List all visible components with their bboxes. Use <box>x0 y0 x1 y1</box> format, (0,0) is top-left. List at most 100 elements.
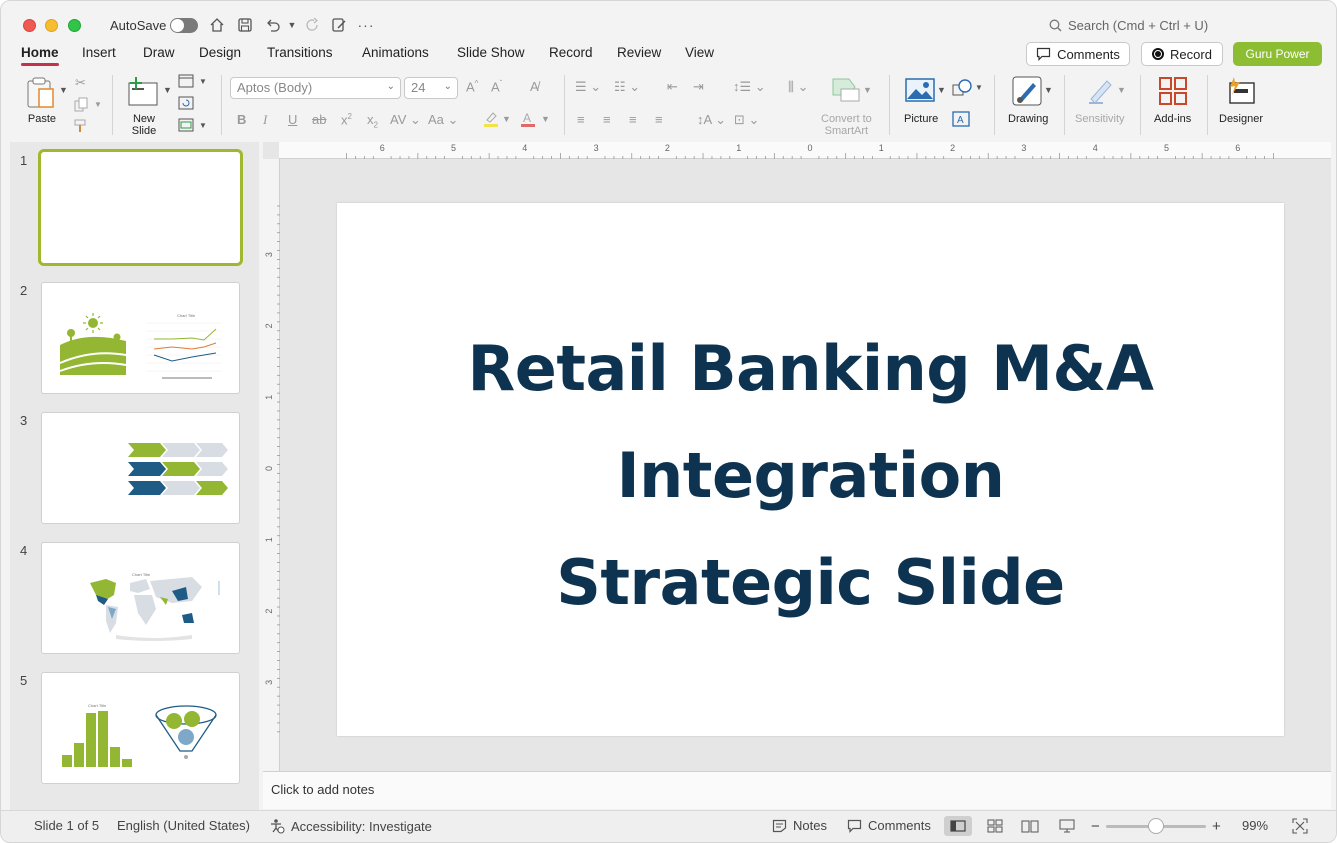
text-direction-icon[interactable]: ↕A ⌄ <box>697 112 726 128</box>
tab-draw[interactable]: Draw <box>143 45 175 60</box>
slide-thumbnail-4[interactable]: Chart Title <box>41 542 240 654</box>
picture-button[interactable]: Picture <box>904 75 938 125</box>
numbering-icon[interactable]: ☷ ⌄ <box>614 79 640 95</box>
undo-dropdown-icon[interactable]: ▼ <box>282 15 302 35</box>
strikethrough-icon[interactable]: ab <box>312 112 326 127</box>
addins-button[interactable]: Add-ins <box>1154 75 1191 125</box>
tab-record[interactable]: Record <box>549 45 593 60</box>
line-spacing-icon[interactable]: ↕☰ ⌄ <box>733 79 766 95</box>
bullets-icon[interactable]: ☰ ⌄ <box>575 79 601 95</box>
copy-icon[interactable] <box>73 97 89 116</box>
superscript-icon[interactable]: x2 <box>341 112 352 127</box>
font-name-select[interactable]: Aptos (Body) ⌄ <box>230 77 401 99</box>
slide-thumbnail-5[interactable]: Chart Title <box>41 672 240 784</box>
align-center-icon[interactable]: ≡ <box>603 112 611 127</box>
customize-icon[interactable] <box>329 15 349 35</box>
record-button[interactable]: Record <box>1141 42 1223 66</box>
zoom-in-icon[interactable]: + <box>1212 818 1221 835</box>
tab-insert[interactable]: Insert <box>82 45 116 60</box>
zoom-out-icon[interactable]: − <box>1091 818 1100 835</box>
bold-icon[interactable]: B <box>237 112 246 127</box>
justify-icon[interactable]: ≡ <box>655 112 663 127</box>
cut-icon[interactable]: ✂ <box>75 75 86 91</box>
tab-home[interactable]: Home <box>21 45 59 66</box>
zoom-level[interactable]: 99% <box>1242 818 1268 833</box>
paste-dropdown-icon[interactable]: ▼ <box>59 85 68 95</box>
highlight-dropdown-icon[interactable]: ▼ <box>502 114 511 124</box>
highlight-icon[interactable] <box>482 110 500 131</box>
new-slide-button[interactable]: New Slide <box>127 75 161 137</box>
format-painter-icon[interactable] <box>73 118 89 137</box>
tab-slide-show[interactable]: Slide Show <box>457 45 525 60</box>
slide-sorter-button[interactable] <box>981 816 1009 836</box>
drawing-dropdown-icon[interactable]: ▼ <box>1044 85 1053 95</box>
save-icon[interactable] <box>235 15 255 35</box>
slide-title[interactable]: Retail Banking M&A Integration Strategic… <box>337 315 1284 636</box>
vertical-ruler[interactable]: 3 2 1 0 1 2 3 <box>263 159 280 771</box>
character-spacing-icon[interactable]: AV ⌄ <box>390 112 421 128</box>
designer-button[interactable]: Designer <box>1219 75 1263 125</box>
guru-power-button[interactable]: Guru Power <box>1233 42 1322 66</box>
comments-toggle[interactable]: Comments <box>847 818 931 833</box>
reset-icon[interactable] <box>178 96 194 113</box>
redo-icon[interactable] <box>303 15 323 35</box>
search-box[interactable]: Search (Cmd + Ctrl + U) <box>1049 18 1208 33</box>
align-right-icon[interactable]: ≡ <box>629 112 637 127</box>
clear-formatting-icon[interactable]: A̸ <box>530 79 539 94</box>
shapes-dropdown-icon[interactable]: ▼ <box>975 83 983 92</box>
notes-toggle[interactable]: Notes <box>772 818 827 833</box>
autosave-toggle[interactable] <box>170 18 198 33</box>
decrease-font-icon[interactable]: Aˇ <box>491 79 502 94</box>
comments-button[interactable]: Comments <box>1026 42 1130 66</box>
shapes-icon[interactable] <box>952 79 972 100</box>
slide-thumbnail-1[interactable] <box>38 149 243 266</box>
layout-icon[interactable] <box>178 74 194 91</box>
layout-dropdown-icon[interactable]: ▼ <box>199 77 207 86</box>
underline-icon[interactable]: U <box>288 112 297 127</box>
drawing-button[interactable]: Drawing <box>1008 75 1048 125</box>
tab-transitions[interactable]: Transitions <box>267 45 333 60</box>
columns-icon[interactable]: ⫼ ⌄ <box>788 79 809 95</box>
current-slide[interactable]: Retail Banking M&A Integration Strategic… <box>337 203 1284 736</box>
language-status[interactable]: English (United States) <box>117 818 250 833</box>
new-slide-dropdown-icon[interactable]: ▼ <box>163 85 172 95</box>
tab-review[interactable]: Review <box>617 45 661 60</box>
more-icon[interactable]: ··· <box>356 15 376 35</box>
font-color-dropdown-icon[interactable]: ▼ <box>541 114 550 124</box>
paste-button[interactable]: Paste <box>25 75 59 125</box>
zoom-slider-handle[interactable] <box>1148 818 1164 834</box>
slide-thumbnail-3[interactable] <box>41 412 240 524</box>
undo-icon[interactable] <box>263 15 283 35</box>
normal-view-button[interactable] <box>944 816 972 836</box>
smartart-dropdown-icon[interactable]: ▼ <box>863 85 872 95</box>
reading-view-button[interactable] <box>1016 816 1044 836</box>
tab-design[interactable]: Design <box>199 45 241 60</box>
fit-to-window-icon[interactable] <box>1292 818 1308 834</box>
align-text-icon[interactable]: ⊡ ⌄ <box>734 112 759 128</box>
section-dropdown-icon[interactable]: ▼ <box>199 121 207 130</box>
font-size-select[interactable]: 24 ⌄ <box>404 77 458 99</box>
accessibility-status[interactable]: Accessibility: Investigate <box>269 818 432 834</box>
sensitivity-dropdown-icon[interactable]: ▼ <box>1117 85 1126 95</box>
increase-font-icon[interactable]: A^ <box>466 79 478 94</box>
minimize-window-button[interactable] <box>45 19 58 32</box>
align-left-icon[interactable]: ≡ <box>577 112 585 127</box>
horizontal-ruler[interactable]: 6 5 4 3 2 1 0 1 2 3 4 5 6 <box>279 142 1331 159</box>
sensitivity-button[interactable]: Sensitivity <box>1075 75 1125 125</box>
slideshow-view-button[interactable] <box>1053 816 1081 836</box>
home-icon[interactable] <box>207 15 227 35</box>
section-icon[interactable] <box>178 118 194 135</box>
slide-thumbnail-2[interactable]: Chart Title <box>41 282 240 394</box>
font-color-icon[interactable]: A <box>519 110 537 131</box>
notes-placeholder[interactable]: Click to add notes <box>271 782 374 797</box>
tab-view[interactable]: View <box>685 45 714 60</box>
subscript-icon[interactable]: x2 <box>367 112 378 130</box>
tab-animations[interactable]: Animations <box>362 45 429 60</box>
increase-indent-icon[interactable]: ⇥ <box>693 79 704 95</box>
notes-pane[interactable]: Click to add notes <box>263 771 1331 809</box>
decrease-indent-icon[interactable]: ⇤ <box>667 79 678 95</box>
copy-dropdown-icon[interactable]: ▼ <box>94 100 102 109</box>
change-case-icon[interactable]: Aa ⌄ <box>428 112 458 128</box>
close-window-button[interactable] <box>23 19 36 32</box>
maximize-window-button[interactable] <box>68 19 81 32</box>
